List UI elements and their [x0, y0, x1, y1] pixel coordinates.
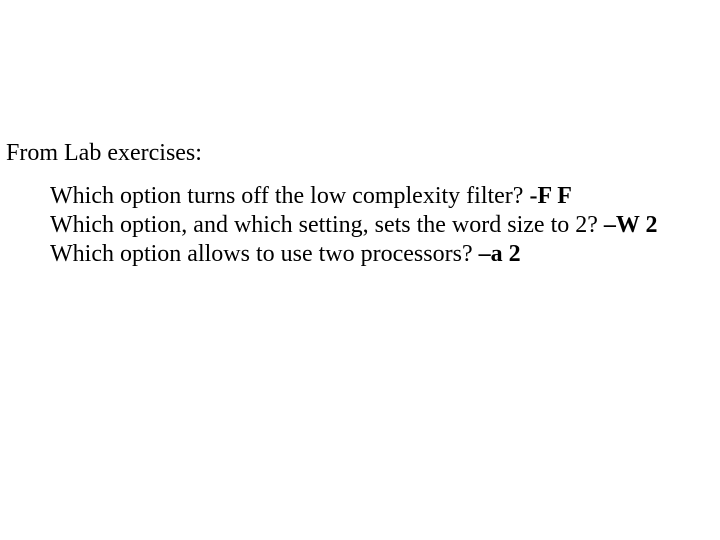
question-line-3: Which option allows to use two processor… [50, 240, 657, 269]
question-line-1: Which option turns off the low complexit… [50, 182, 657, 211]
question-line-2: Which option, and which setting, sets th… [50, 211, 657, 240]
section-heading: From Lab exercises: [6, 139, 202, 167]
question-2-text: Which option, and which setting, sets th… [50, 212, 604, 238]
question-1-answer: -F F [529, 183, 571, 209]
question-3-answer: –a 2 [479, 241, 521, 267]
question-3-text: Which option allows to use two processor… [50, 241, 479, 267]
slide: From Lab exercises: Which option turns o… [0, 0, 720, 540]
question-block: Which option turns off the low complexit… [50, 182, 657, 269]
question-2-answer: –W 2 [604, 212, 658, 238]
question-1-text: Which option turns off the low complexit… [50, 183, 529, 209]
